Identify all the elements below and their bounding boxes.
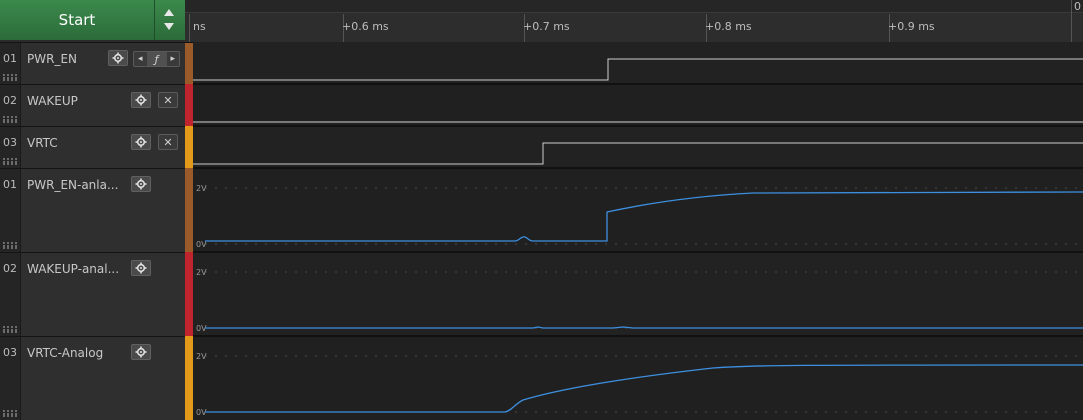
arrow-up-icon[interactable] (164, 9, 174, 16)
drag-grip-icon[interactable] (3, 242, 17, 249)
trigger-edge-icon[interactable]: ƒ (146, 52, 167, 66)
close-icon[interactable]: ✕ (158, 134, 178, 150)
ruler-tick (189, 14, 190, 42)
y-axis-label: 2V (196, 268, 207, 277)
drag-grip-icon[interactable] (3, 116, 17, 123)
ruler-tick-label: +0.7 ms (523, 20, 570, 33)
arrow-down-icon[interactable] (164, 23, 174, 30)
channel-number: 01 (0, 169, 21, 252)
trigger-selector[interactable]: ◂ ƒ ▸ (133, 51, 180, 67)
channel-row-wakeup-analog[interactable]: 02 WAKEUP-anal... (0, 252, 185, 336)
row-bg (193, 42, 1083, 84)
trigger-next-icon[interactable]: ▸ (167, 52, 180, 66)
channel-row-wakeup[interactable]: 02 WAKEUP ✕ (0, 84, 185, 126)
y-axis-label: 2V (196, 352, 207, 361)
drag-grip-icon[interactable] (3, 410, 17, 417)
channel-color-bar (185, 336, 193, 420)
channel-color-bar (185, 84, 193, 126)
channel-color-bar (185, 42, 193, 84)
channel-row-vrtc-analog[interactable]: 03 VRTC-Analog (0, 336, 185, 420)
trigger-prev-icon[interactable]: ◂ (134, 52, 147, 66)
channel-number: 02 (0, 85, 21, 126)
settings-gear-icon[interactable] (108, 50, 128, 66)
waveform-svg[interactable]: 2V 0V 2V 0V 2V 0V (193, 42, 1083, 420)
ruler-tick-label: +0.9 ms (888, 20, 935, 33)
settings-gear-icon[interactable] (131, 260, 151, 276)
settings-gear-icon[interactable] (131, 176, 151, 192)
drag-grip-icon[interactable] (3, 158, 17, 165)
channel-number: 01 (0, 43, 21, 84)
ruler-tick-label: 0 (1074, 0, 1081, 13)
close-icon[interactable]: ✕ (158, 92, 178, 108)
channel-color-bar (185, 252, 193, 336)
row-bg (193, 126, 1083, 168)
channel-name[interactable]: WAKEUP-anal... (27, 262, 119, 276)
row-bg (193, 168, 1083, 252)
start-button[interactable]: Start (0, 0, 155, 40)
channel-number: 02 (0, 253, 21, 336)
channel-name[interactable]: PWR_EN (27, 52, 77, 66)
channel-name[interactable]: VRTC (27, 136, 58, 150)
channel-row-vrtc[interactable]: 03 VRTC ✕ (0, 126, 185, 168)
channel-row-pwr-en-analog[interactable]: 01 PWR_EN-anla... (0, 168, 185, 252)
drag-grip-icon[interactable] (3, 326, 17, 333)
settings-gear-icon[interactable] (131, 134, 151, 150)
channel-name[interactable]: PWR_EN-anla... (27, 178, 118, 192)
ruler-tick-label: +0.8 ms (705, 20, 752, 33)
row-bg (193, 84, 1083, 126)
ruler-overview[interactable] (185, 0, 1083, 13)
channel-row-pwr-en[interactable]: 01 PWR_EN ◂ ƒ ▸ (0, 42, 185, 84)
ruler-tick-label: ns (193, 20, 206, 33)
start-options[interactable] (155, 0, 185, 40)
channel-number: 03 (0, 337, 21, 420)
channel-name[interactable]: WAKEUP (27, 94, 78, 108)
waveform-area[interactable]: 2V 0V 2V 0V 2V 0V (193, 42, 1083, 420)
time-ruler[interactable]: ns +0.6 ms +0.7 ms +0.8 ms +0.9 ms 0 (185, 0, 1083, 43)
channel-name[interactable]: VRTC-Analog (27, 346, 103, 360)
channel-number: 03 (0, 127, 21, 168)
channel-color-bar (185, 126, 193, 168)
y-axis-label: 2V (196, 184, 207, 193)
drag-grip-icon[interactable] (3, 74, 17, 81)
channel-color-bar (185, 168, 193, 252)
settings-gear-icon[interactable] (131, 92, 151, 108)
channel-panel: Start 01 PWR_EN ◂ ƒ ▸ 02 WAKEUP ✕ 03 VRT… (0, 0, 185, 420)
ruler-tick-label: +0.6 ms (342, 20, 389, 33)
settings-gear-icon[interactable] (131, 344, 151, 360)
row-bg (193, 252, 1083, 336)
ruler-tick (1071, 0, 1072, 42)
